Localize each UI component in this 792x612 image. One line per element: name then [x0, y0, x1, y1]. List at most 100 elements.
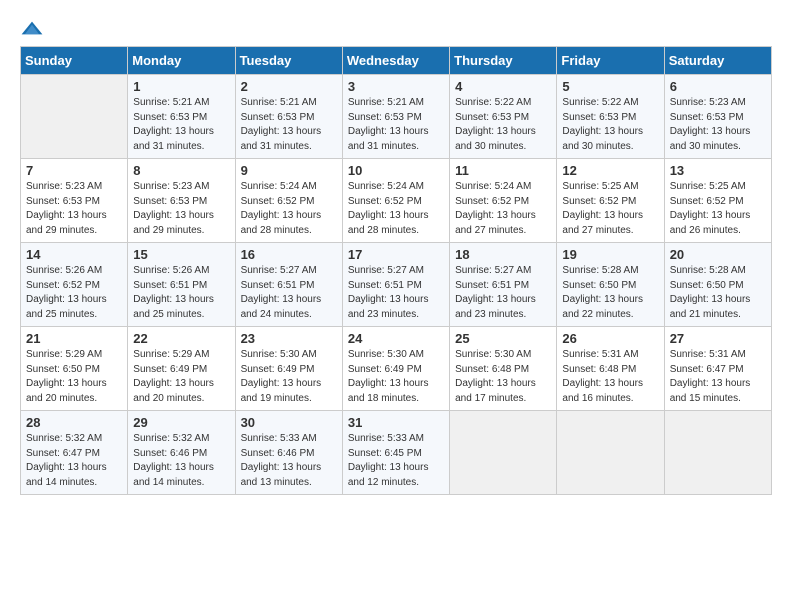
calendar-week-row: 21 Sunrise: 5:29 AM Sunset: 6:50 PM Dayli…: [21, 327, 772, 411]
day-info: Sunrise: 5:21 AM Sunset: 6:53 PM Dayligh…: [133, 96, 229, 154]
calendar-cell: [664, 411, 771, 495]
day-number: 6: [670, 79, 766, 94]
day-number: 3: [348, 79, 444, 94]
calendar-cell: 2 Sunrise: 5:21 AM Sunset: 6:53 PM Daylig…: [235, 75, 342, 159]
header: [20, 20, 772, 36]
calendar-cell: [557, 411, 664, 495]
calendar-week-row: 14 Sunrise: 5:26 AM Sunset: 6:52 PM Dayli…: [21, 243, 772, 327]
logo: [20, 20, 52, 36]
calendar-week-row: 1 Sunrise: 5:21 AM Sunset: 6:53 PM Daylig…: [21, 75, 772, 159]
calendar-header-sunday: Sunday: [21, 47, 128, 75]
day-info: Sunrise: 5:23 AM Sunset: 6:53 PM Dayligh…: [670, 96, 766, 154]
day-number: 10: [348, 163, 444, 178]
calendar-header-friday: Friday: [557, 47, 664, 75]
day-info: Sunrise: 5:29 AM Sunset: 6:50 PM Dayligh…: [26, 348, 122, 406]
calendar-cell: 17 Sunrise: 5:27 AM Sunset: 6:51 PM Dayli…: [342, 243, 449, 327]
day-number: 23: [241, 331, 337, 346]
calendar-cell: 31 Sunrise: 5:33 AM Sunset: 6:45 PM Dayli…: [342, 411, 449, 495]
day-info: Sunrise: 5:23 AM Sunset: 6:53 PM Dayligh…: [26, 180, 122, 238]
calendar-cell: 10 Sunrise: 5:24 AM Sunset: 6:52 PM Dayli…: [342, 159, 449, 243]
calendar-cell: 13 Sunrise: 5:25 AM Sunset: 6:52 PM Dayli…: [664, 159, 771, 243]
day-number: 29: [133, 415, 229, 430]
day-info: Sunrise: 5:30 AM Sunset: 6:49 PM Dayligh…: [348, 348, 444, 406]
day-info: Sunrise: 5:25 AM Sunset: 6:52 PM Dayligh…: [670, 180, 766, 238]
calendar-header-saturday: Saturday: [664, 47, 771, 75]
calendar-cell: 19Sunrise: 5:28 AM Sunset: 6:50 PM Dayli…: [557, 243, 664, 327]
day-number: 9: [241, 163, 337, 178]
calendar-cell: 23 Sunrise: 5:30 AM Sunset: 6:49 PM Dayli…: [235, 327, 342, 411]
calendar-cell: 28 Sunrise: 5:32 AM Sunset: 6:47 PM Dayli…: [21, 411, 128, 495]
day-info: Sunrise: 5:31 AM Sunset: 6:48 PM Dayligh…: [562, 348, 658, 406]
calendar-cell: 12 Sunrise: 5:25 AM Sunset: 6:52 PM Dayli…: [557, 159, 664, 243]
calendar-cell: 15 Sunrise: 5:26 AM Sunset: 6:51 PM Dayli…: [128, 243, 235, 327]
day-number: 13: [670, 163, 766, 178]
day-info: Sunrise: 5:27 AM Sunset: 6:51 PM Dayligh…: [241, 264, 337, 322]
day-info: Sunrise: 5:32 AM Sunset: 6:47 PM Dayligh…: [26, 432, 122, 490]
calendar-cell: 29 Sunrise: 5:32 AM Sunset: 6:46 PM Dayli…: [128, 411, 235, 495]
calendar-cell: 21 Sunrise: 5:29 AM Sunset: 6:50 PM Dayli…: [21, 327, 128, 411]
calendar-cell: 11 Sunrise: 5:24 AM Sunset: 6:52 PM Dayli…: [450, 159, 557, 243]
calendar-table: SundayMondayTuesdayWednesdayThursdayFrid…: [20, 46, 772, 495]
day-number: 12: [562, 163, 658, 178]
day-number: 16: [241, 247, 337, 262]
day-info: Sunrise: 5:27 AM Sunset: 6:51 PM Dayligh…: [455, 264, 551, 322]
day-info: Sunrise: 5:21 AM Sunset: 6:53 PM Dayligh…: [348, 96, 444, 154]
day-info: Sunrise: 5:24 AM Sunset: 6:52 PM Dayligh…: [241, 180, 337, 238]
calendar-cell: 7Sunrise: 5:23 AM Sunset: 6:53 PM Daylig…: [21, 159, 128, 243]
day-info: Sunrise: 5:26 AM Sunset: 6:52 PM Dayligh…: [26, 264, 122, 322]
day-info: Sunrise: 5:31 AM Sunset: 6:47 PM Dayligh…: [670, 348, 766, 406]
day-number: 24: [348, 331, 444, 346]
calendar-header-monday: Monday: [128, 47, 235, 75]
day-info: Sunrise: 5:32 AM Sunset: 6:46 PM Dayligh…: [133, 432, 229, 490]
day-info: Sunrise: 5:29 AM Sunset: 6:49 PM Dayligh…: [133, 348, 229, 406]
day-info: Sunrise: 5:26 AM Sunset: 6:51 PM Dayligh…: [133, 264, 229, 322]
calendar-header-row: SundayMondayTuesdayWednesdayThursdayFrid…: [21, 47, 772, 75]
day-number: 1: [133, 79, 229, 94]
day-info: Sunrise: 5:24 AM Sunset: 6:52 PM Dayligh…: [348, 180, 444, 238]
day-info: Sunrise: 5:21 AM Sunset: 6:53 PM Dayligh…: [241, 96, 337, 154]
day-info: Sunrise: 5:22 AM Sunset: 6:53 PM Dayligh…: [455, 96, 551, 154]
day-number: 2: [241, 79, 337, 94]
calendar-week-row: 28 Sunrise: 5:32 AM Sunset: 6:47 PM Dayli…: [21, 411, 772, 495]
calendar-cell: 26 Sunrise: 5:31 AM Sunset: 6:48 PM Dayli…: [557, 327, 664, 411]
day-info: Sunrise: 5:27 AM Sunset: 6:51 PM Dayligh…: [348, 264, 444, 322]
calendar-cell: 22 Sunrise: 5:29 AM Sunset: 6:49 PM Dayli…: [128, 327, 235, 411]
day-number: 18: [455, 247, 551, 262]
calendar-cell: 30Sunrise: 5:33 AM Sunset: 6:46 PM Dayli…: [235, 411, 342, 495]
day-number: 15: [133, 247, 229, 262]
day-number: 11: [455, 163, 551, 178]
calendar-cell: 20 Sunrise: 5:28 AM Sunset: 6:50 PM Dayli…: [664, 243, 771, 327]
day-info: Sunrise: 5:30 AM Sunset: 6:49 PM Dayligh…: [241, 348, 337, 406]
day-number: 31: [348, 415, 444, 430]
day-number: 17: [348, 247, 444, 262]
calendar-cell: 4 Sunrise: 5:22 AM Sunset: 6:53 PM Daylig…: [450, 75, 557, 159]
calendar-cell: 16 Sunrise: 5:27 AM Sunset: 6:51 PM Dayli…: [235, 243, 342, 327]
day-number: 8: [133, 163, 229, 178]
day-info: Sunrise: 5:30 AM Sunset: 6:48 PM Dayligh…: [455, 348, 551, 406]
day-number: 4: [455, 79, 551, 94]
calendar-cell: 24 Sunrise: 5:30 AM Sunset: 6:49 PM Dayli…: [342, 327, 449, 411]
calendar-cell: 5Sunrise: 5:22 AM Sunset: 6:53 PM Daylig…: [557, 75, 664, 159]
day-info: Sunrise: 5:33 AM Sunset: 6:45 PM Dayligh…: [348, 432, 444, 490]
day-number: 28: [26, 415, 122, 430]
day-number: 14: [26, 247, 122, 262]
day-number: 19: [562, 247, 658, 262]
calendar-header-tuesday: Tuesday: [235, 47, 342, 75]
day-number: 26: [562, 331, 658, 346]
day-number: 27: [670, 331, 766, 346]
day-number: 21: [26, 331, 122, 346]
calendar-cell: 8 Sunrise: 5:23 AM Sunset: 6:53 PM Daylig…: [128, 159, 235, 243]
calendar-cell: 1 Sunrise: 5:21 AM Sunset: 6:53 PM Daylig…: [128, 75, 235, 159]
calendar-week-row: 7Sunrise: 5:23 AM Sunset: 6:53 PM Daylig…: [21, 159, 772, 243]
day-info: Sunrise: 5:25 AM Sunset: 6:52 PM Dayligh…: [562, 180, 658, 238]
calendar-cell: 3 Sunrise: 5:21 AM Sunset: 6:53 PM Daylig…: [342, 75, 449, 159]
day-number: 5: [562, 79, 658, 94]
calendar-cell: 27 Sunrise: 5:31 AM Sunset: 6:47 PM Dayli…: [664, 327, 771, 411]
day-info: Sunrise: 5:23 AM Sunset: 6:53 PM Dayligh…: [133, 180, 229, 238]
day-info: Sunrise: 5:28 AM Sunset: 6:50 PM Dayligh…: [670, 264, 766, 322]
calendar-cell: [450, 411, 557, 495]
day-number: 22: [133, 331, 229, 346]
day-number: 20: [670, 247, 766, 262]
day-info: Sunrise: 5:24 AM Sunset: 6:52 PM Dayligh…: [455, 180, 551, 238]
calendar-cell: 18 Sunrise: 5:27 AM Sunset: 6:51 PM Dayli…: [450, 243, 557, 327]
